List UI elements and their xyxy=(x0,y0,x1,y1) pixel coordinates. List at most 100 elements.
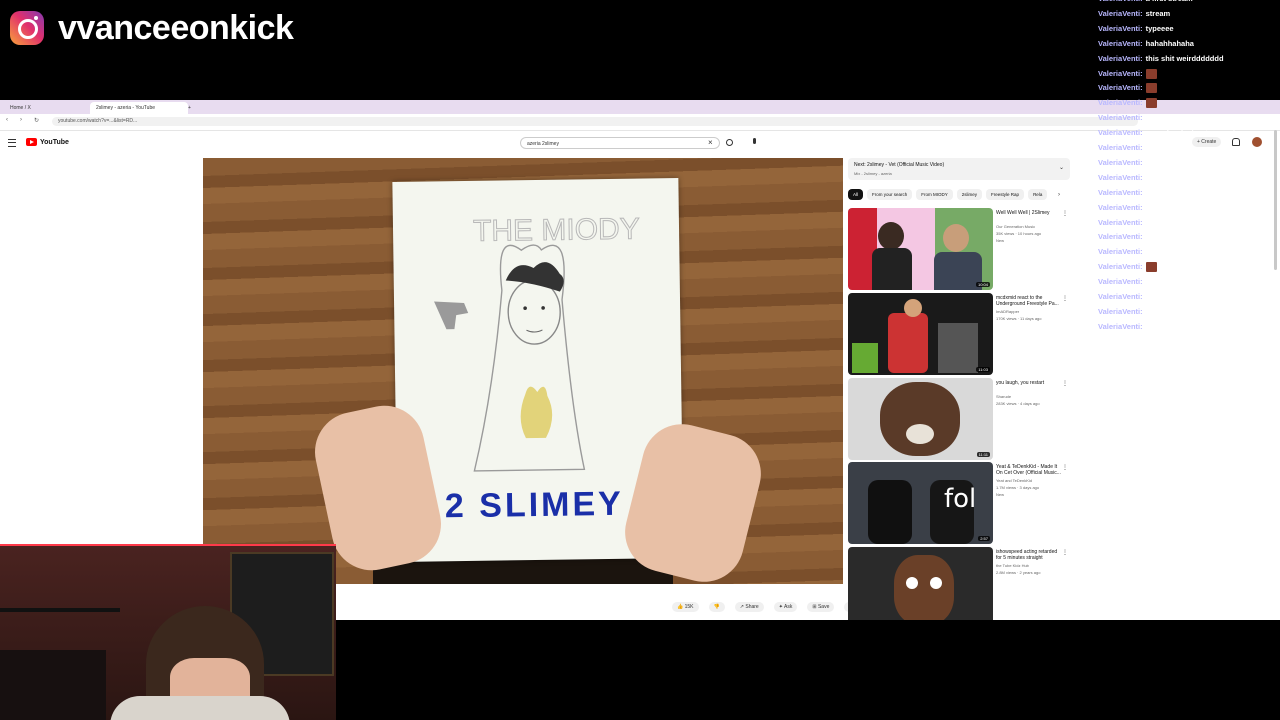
chat-text: ok ok how to say so xyxy=(1145,217,1217,227)
chat-username[interactable]: ValeriaVenti: xyxy=(1098,158,1143,167)
chat-username[interactable]: ValeriaVenti: xyxy=(1098,9,1143,18)
more-options-icon[interactable]: ⋮ xyxy=(1062,380,1068,387)
new-tab-button[interactable]: + xyxy=(182,102,202,114)
video-title[interactable]: mcdxmid react to the Underground Freesty… xyxy=(996,295,1062,307)
chat-username[interactable]: ValeriaVenti: xyxy=(1098,113,1143,122)
reload-icon[interactable]: ↻ xyxy=(34,117,39,124)
chat-username[interactable]: ValeriaVenti: xyxy=(1098,188,1143,197)
chat-username[interactable]: ValeriaVenti: xyxy=(1098,39,1143,48)
chat-username[interactable]: ValeriaVenti: xyxy=(1098,24,1143,33)
tab-label: 2slimey - azeria - YouTube xyxy=(96,105,156,111)
chip-2slimey[interactable]: 2slimey xyxy=(956,189,983,200)
save-button[interactable]: ⊞ Save xyxy=(807,602,835,612)
chat-username[interactable]: ValeriaVenti: xyxy=(1098,143,1143,152)
video-title[interactable]: ishowspeed acting retarded for 5 minutes… xyxy=(996,549,1062,561)
paper-text: 2 SLIMEY xyxy=(444,484,625,526)
back-icon[interactable]: ‹ xyxy=(6,117,8,123)
chat-username[interactable]: ValeriaVenti: xyxy=(1098,292,1143,301)
share-label: Share xyxy=(745,604,759,610)
chip-all[interactable]: All xyxy=(848,189,864,200)
list-item[interactable]: 10:04 Well Well Well | 2Slimey Our Gener… xyxy=(848,208,1070,290)
chat-text: hahahahahah xyxy=(1145,321,1194,331)
url-field[interactable]: youtube.com/watch?v=...&list=RD... xyxy=(52,117,1138,126)
chat-username[interactable]: ValeriaVenti: xyxy=(1098,322,1143,331)
chip-related[interactable]: Rela xyxy=(1028,189,1048,200)
video-thumbnail[interactable] xyxy=(848,547,993,620)
chip-from-search[interactable]: From your search xyxy=(867,189,913,200)
forward-icon[interactable]: › xyxy=(20,117,22,123)
new-badge: New xyxy=(996,492,1005,497)
microphone-icon[interactable] xyxy=(753,138,756,144)
chat-message: ValeriaVenti: u will be the type into the… xyxy=(1098,173,1248,182)
chat-message: ValeriaVenti: xyxy=(1098,69,1157,79)
video-title[interactable]: you laugh, you restart xyxy=(996,380,1062,386)
more-options-icon[interactable]: ⋮ xyxy=(1062,210,1068,217)
chat-username[interactable]: ValeriaVenti: xyxy=(1098,203,1143,212)
address-bar: ‹ › ↻ youtube.com/watch?v=...&list=RD... xyxy=(0,114,1280,131)
chevron-right-icon[interactable]: › xyxy=(1058,192,1060,198)
up-next-subtitle: Mix - 2slimey - azeria xyxy=(854,171,892,176)
create-button[interactable]: + Create xyxy=(1192,137,1222,147)
channel-name[interactable]: Yeat and TeDenkKid xyxy=(996,478,1032,483)
chat-message: ValeriaVenti: ok ok how to say so xyxy=(1098,218,1217,227)
like-button[interactable]: 👍 15K xyxy=(672,602,699,612)
chip-from-miody[interactable]: From MIODY xyxy=(916,189,953,200)
chat-username[interactable]: ValeriaVenti: xyxy=(1098,277,1143,286)
avatar[interactable] xyxy=(1252,137,1262,147)
chat-text: mmhhhh xyxy=(1145,187,1178,197)
search-input[interactable]: azeria 2slimey xyxy=(520,137,720,149)
more-options-icon[interactable]: ⋮ xyxy=(1062,549,1068,556)
video-thumbnail[interactable]: 11:11 xyxy=(848,378,993,460)
up-next-panel[interactable]: Next: 2slimey - Vet (Official Music Vide… xyxy=(848,158,1070,180)
chat-username[interactable]: ValeriaVenti: xyxy=(1098,54,1143,63)
chat-username[interactable]: ValeriaVenti: xyxy=(1098,218,1143,227)
video-title[interactable]: Well Well Well | 2Slimey xyxy=(996,210,1062,216)
chat-username[interactable]: ValeriaVenti: xyxy=(1098,247,1143,256)
chip-freestyle-rap[interactable]: Freestyle Rap xyxy=(986,189,1025,200)
chat-username[interactable]: ValeriaVenti: xyxy=(1098,128,1143,137)
chat-message: ValeriaVenti: xyxy=(1098,98,1157,109)
dislike-button[interactable]: 👎 xyxy=(708,602,725,612)
search-icon[interactable] xyxy=(726,139,733,146)
filter-chips: All From your search From MIODY 2slimey … xyxy=(848,189,1048,200)
menu-icon[interactable] xyxy=(8,139,16,147)
chat-username[interactable]: ValeriaVenti: xyxy=(1098,307,1143,316)
channel-name[interactable]: ImADRapper xyxy=(996,309,1019,314)
chat-username[interactable]: ValeriaVenti: xyxy=(1098,232,1143,241)
chat-message: ValeriaVenti: hahahhahaha xyxy=(1098,39,1194,48)
video-thumbnail[interactable]: 11:03 xyxy=(848,293,993,375)
youtube-logo[interactable]: YouTube xyxy=(26,138,69,146)
chat-message: ValeriaVenti: heeeee xyxy=(1098,113,1171,122)
video-thumbnail[interactable]: 10:04 xyxy=(848,208,993,290)
channel-name[interactable]: Sharude xyxy=(996,394,1011,399)
chat-username[interactable]: ValeriaVenti: xyxy=(1098,83,1143,92)
list-item[interactable]: 11:11 you laugh, you restart Sharude 283… xyxy=(848,378,1070,460)
chat-emote-icon xyxy=(1145,68,1157,79)
channel-name[interactable]: the Tube Kidz Hub xyxy=(996,563,1029,568)
more-options-icon[interactable]: ⋮ xyxy=(1062,295,1068,302)
channel-name[interactable]: Our Generation Music xyxy=(996,224,1035,229)
clear-search-icon[interactable]: × xyxy=(708,138,713,147)
chat-username[interactable]: ValeriaVenti: xyxy=(1098,98,1143,107)
chat-username[interactable]: ValeriaVenti: xyxy=(1098,0,1143,3)
chevron-down-icon[interactable]: ⌄ xyxy=(1059,164,1064,171)
tab-youtube[interactable]: 2slimey - azeria - YouTube xyxy=(90,102,188,114)
chat-emote-icon xyxy=(1145,98,1157,109)
tab-x[interactable]: Home / X xyxy=(4,102,96,114)
chat-username[interactable]: ValeriaVenti: xyxy=(1098,69,1143,78)
notifications-bell-icon[interactable] xyxy=(1232,138,1240,146)
video-player[interactable]: THE MIODY 2 SLIMEY xyxy=(203,158,843,584)
streamer-shirt xyxy=(110,696,290,720)
page-scrollbar[interactable] xyxy=(1274,130,1277,270)
chat-message: ValeriaVenti: ok wait while the song xyxy=(1098,232,1225,241)
more-options-icon[interactable]: ⋮ xyxy=(1062,464,1068,471)
chat-text: stream xyxy=(1145,8,1171,18)
share-button[interactable]: ↗ Share xyxy=(734,602,764,612)
list-item[interactable]: 11:03 mcdxmid react to the Underground F… xyxy=(848,293,1070,375)
sketch-text: THE MIODY xyxy=(473,213,640,248)
chat-username[interactable]: ValeriaVenti: xyxy=(1098,173,1143,182)
chat-username[interactable]: ValeriaVenti: xyxy=(1098,262,1143,271)
video-title[interactable]: Yeat & TeDenkKid - Made It On Cet Over (… xyxy=(996,464,1062,476)
list-item[interactable]: ishowspeed acting retarded for 5 minutes… xyxy=(848,547,1070,620)
ask-button[interactable]: ✦ Ask xyxy=(773,602,798,612)
